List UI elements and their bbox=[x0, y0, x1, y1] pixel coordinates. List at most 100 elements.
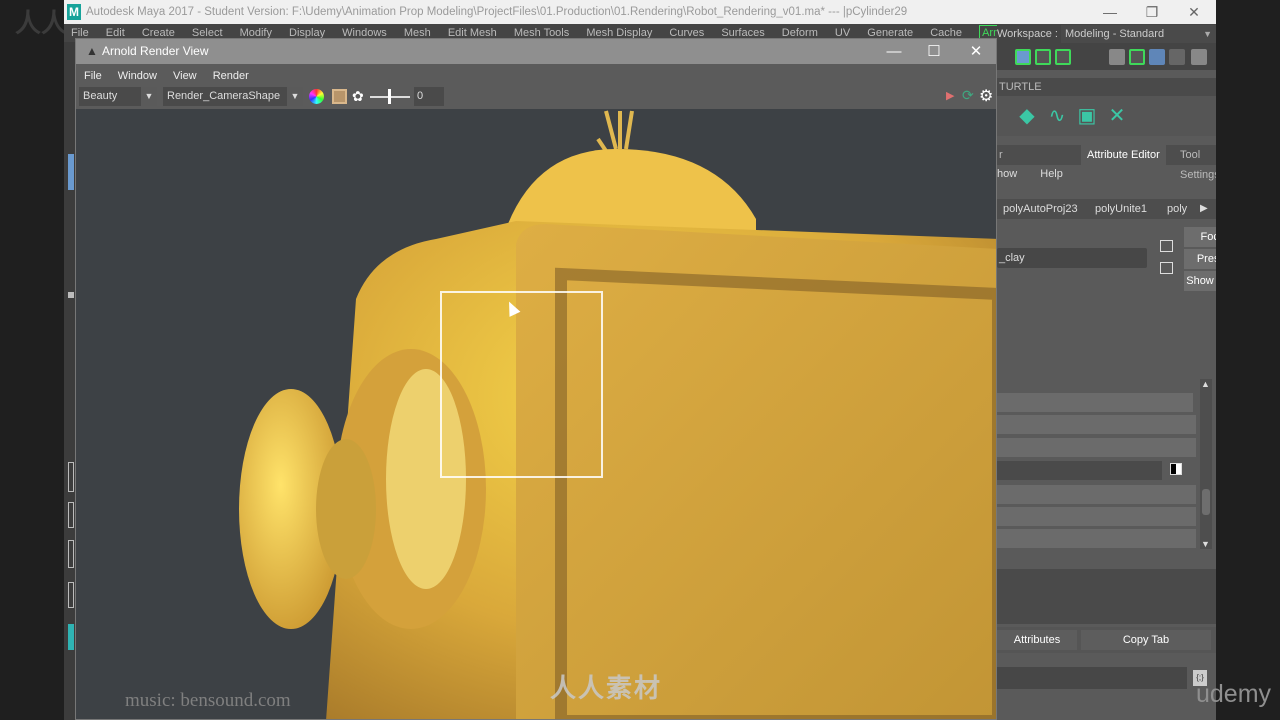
attribute-scrollbar[interactable]: ▲ ▼ bbox=[1200, 379, 1212, 549]
channel-box-toggle-icon[interactable] bbox=[1191, 49, 1207, 65]
workspace-select[interactable]: Modeling - Standard ▼ bbox=[1061, 25, 1216, 43]
region-icon[interactable] bbox=[332, 89, 347, 104]
outliner-icon[interactable] bbox=[68, 624, 74, 650]
exposure-value[interactable]: 0 bbox=[414, 87, 444, 106]
menu-help-ae[interactable]: Help bbox=[1040, 168, 1063, 180]
aov-select[interactable]: Beauty ▼ bbox=[79, 87, 157, 106]
antenna bbox=[596, 110, 634, 156]
bake-cube-icon[interactable]: ◆ bbox=[1015, 104, 1039, 128]
maya-logo-icon: M bbox=[67, 4, 81, 20]
attribute-section[interactable] bbox=[997, 485, 1196, 504]
camera-select[interactable]: Render_CameraShape ▼ bbox=[163, 87, 303, 106]
workspace-row: Workspace : Modeling - Standard ▼ bbox=[997, 24, 1216, 44]
panel-tabs: r Attribute Editor Tool Settings ◀ bbox=[997, 145, 1216, 181]
render-view-toolbar: Beauty ▼ Render_CameraShape ▼ ✿ 0 ▶ ⟳ ⚙ bbox=[76, 86, 996, 108]
ipr-icon[interactable] bbox=[1035, 49, 1051, 65]
render-view-title: Arnold Render View bbox=[102, 44, 209, 58]
copy-tab-button[interactable]: Copy Tab bbox=[1081, 630, 1211, 650]
turtle-shelf: ◆ ∿ ▣ ✕ bbox=[997, 96, 1216, 136]
workspace-label: Workspace : bbox=[997, 28, 1058, 40]
aov-value: Beauty bbox=[83, 90, 118, 102]
input-connections-icon[interactable] bbox=[1160, 240, 1173, 252]
layout-single-icon[interactable] bbox=[68, 462, 74, 492]
settings-gear-icon[interactable]: ⚙ bbox=[979, 86, 993, 106]
character-icon[interactable] bbox=[1109, 49, 1125, 65]
workspace-value: Modeling - Standard bbox=[1065, 28, 1165, 40]
attribute-field[interactable] bbox=[997, 461, 1162, 480]
rv-menu-window[interactable]: Window bbox=[118, 66, 157, 86]
layout-four-icon[interactable] bbox=[68, 502, 74, 528]
render-view-titlebar[interactable]: ▲ Arnold Render View — ☐ ✕ bbox=[76, 39, 996, 64]
chevron-down-icon: ▼ bbox=[287, 87, 303, 106]
attribute-section[interactable] bbox=[997, 529, 1196, 548]
pause-icon[interactable] bbox=[1055, 49, 1071, 65]
exposure-slider-handle[interactable] bbox=[388, 89, 391, 104]
tab-tool-settings[interactable]: Tool Settings bbox=[1174, 145, 1216, 181]
bake-vertex-icon[interactable]: ✕ bbox=[1105, 104, 1129, 128]
move-tool-icon[interactable] bbox=[68, 292, 74, 298]
rv-menu-file[interactable]: File bbox=[84, 66, 102, 86]
title-bar: M Autodesk Maya 2017 - Student Version: … bbox=[64, 0, 1216, 24]
watermark-corner: 人人 bbox=[15, 8, 68, 38]
render-viewport[interactable] bbox=[76, 109, 996, 719]
rv-maximize-button[interactable]: ☐ bbox=[914, 39, 954, 64]
rv-minimize-button[interactable]: — bbox=[874, 39, 914, 64]
attribute-section[interactable] bbox=[997, 438, 1196, 457]
arnold-logo-icon: ▲ bbox=[86, 44, 98, 58]
node-tab-polyautoproj23[interactable]: polyAutoProj23 bbox=[1003, 199, 1078, 219]
tab-attribute-editor[interactable]: Attribute Editor bbox=[1081, 145, 1166, 165]
music-credit: music: bensound.com bbox=[125, 690, 291, 711]
shelf-tab-turtle[interactable]: TURTLE bbox=[997, 78, 1216, 96]
show-button[interactable]: Show bbox=[1184, 271, 1216, 291]
bottom-buttons: Attributes Copy Tab bbox=[997, 627, 1216, 653]
node-tab-scroll-icon[interactable]: ▶ bbox=[1200, 203, 1208, 214]
checker-map-icon[interactable] bbox=[1170, 463, 1182, 475]
arnold-render-view: ▲ Arnold Render View — ☐ ✕ File Window V… bbox=[75, 38, 997, 720]
node-name-field[interactable]: _clay bbox=[997, 248, 1147, 268]
status-line-icons bbox=[997, 44, 1216, 70]
node-tab-polyunite1[interactable]: polyUnite1 bbox=[1095, 199, 1147, 219]
output-connections-icon[interactable] bbox=[1160, 262, 1173, 274]
window-title: Autodesk Maya 2017 - Student Version: F:… bbox=[86, 6, 908, 18]
restore-button[interactable]: ❐ bbox=[1132, 0, 1172, 24]
watermark-center: 人人素材 bbox=[550, 673, 663, 703]
humanik-icon[interactable] bbox=[1129, 49, 1145, 65]
right-panel: Workspace : Modeling - Standard ▼ TURTLE… bbox=[997, 24, 1216, 720]
close-button[interactable]: ✕ bbox=[1174, 0, 1214, 24]
rv-close-button[interactable]: ✕ bbox=[956, 39, 996, 64]
bake-texture-icon[interactable]: ▣ bbox=[1075, 104, 1099, 128]
attribute-section[interactable] bbox=[997, 393, 1193, 412]
rv-menu-view[interactable]: View bbox=[173, 66, 197, 86]
rv-menu-render[interactable]: Render bbox=[213, 66, 249, 86]
refresh-icon[interactable]: ⟳ bbox=[962, 87, 974, 104]
screen: 人人 M Autodesk Maya 2017 - Student Versio… bbox=[0, 0, 1280, 720]
attribute-section[interactable] bbox=[997, 507, 1196, 526]
select-tool-icon[interactable] bbox=[68, 154, 74, 190]
menu-show[interactable]: how bbox=[997, 168, 1017, 180]
attribute-section[interactable] bbox=[997, 415, 1196, 434]
knob-stem bbox=[316, 439, 376, 579]
render-settings-icon[interactable] bbox=[1015, 49, 1031, 65]
chevron-down-icon: ▼ bbox=[141, 87, 157, 106]
region-marquee[interactable] bbox=[440, 291, 603, 478]
bake-curve-icon[interactable]: ∿ bbox=[1045, 104, 1069, 128]
focus-button[interactable]: Focus bbox=[1184, 227, 1216, 247]
node-tab-poly[interactable]: poly bbox=[1167, 199, 1187, 219]
scroll-thumb[interactable] bbox=[1202, 489, 1210, 515]
command-line-field[interactable] bbox=[997, 667, 1187, 689]
layout-two-icon[interactable] bbox=[68, 540, 74, 568]
load-attributes-button[interactable]: Attributes bbox=[997, 630, 1077, 650]
render-view-menu: File Window View Render bbox=[76, 66, 996, 86]
node-tabs: polyAutoProj23 polyUnite1 poly ▶ bbox=[997, 199, 1216, 219]
presets-button[interactable]: Presets bbox=[1184, 249, 1216, 269]
layout-outliner-icon[interactable] bbox=[68, 582, 74, 608]
render-play-icon[interactable]: ▶ bbox=[946, 89, 954, 102]
chevron-down-icon: ▼ bbox=[1203, 29, 1212, 39]
scroll-down-icon[interactable]: ▼ bbox=[1201, 539, 1210, 549]
scroll-up-icon[interactable]: ▲ bbox=[1201, 379, 1210, 389]
tool-settings-toggle-icon[interactable] bbox=[1169, 49, 1185, 65]
channels-icon[interactable] bbox=[309, 89, 324, 104]
notes-area[interactable] bbox=[997, 569, 1216, 624]
minimize-button[interactable]: — bbox=[1090, 0, 1130, 24]
attribute-editor-toggle-icon[interactable] bbox=[1149, 49, 1165, 65]
